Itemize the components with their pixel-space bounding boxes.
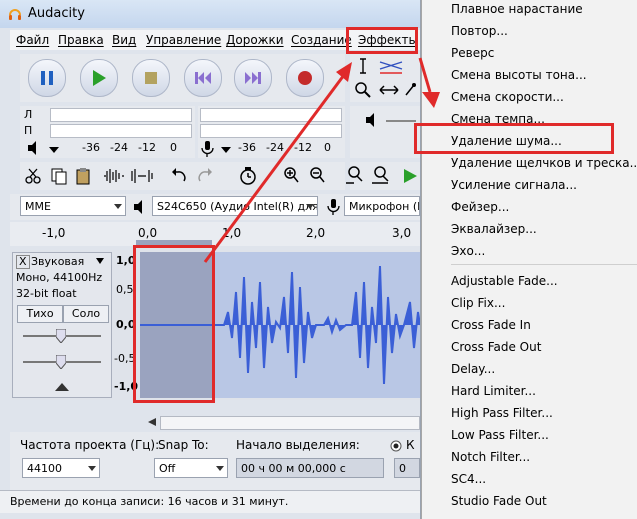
annotation-arrows	[203, 57, 440, 263]
